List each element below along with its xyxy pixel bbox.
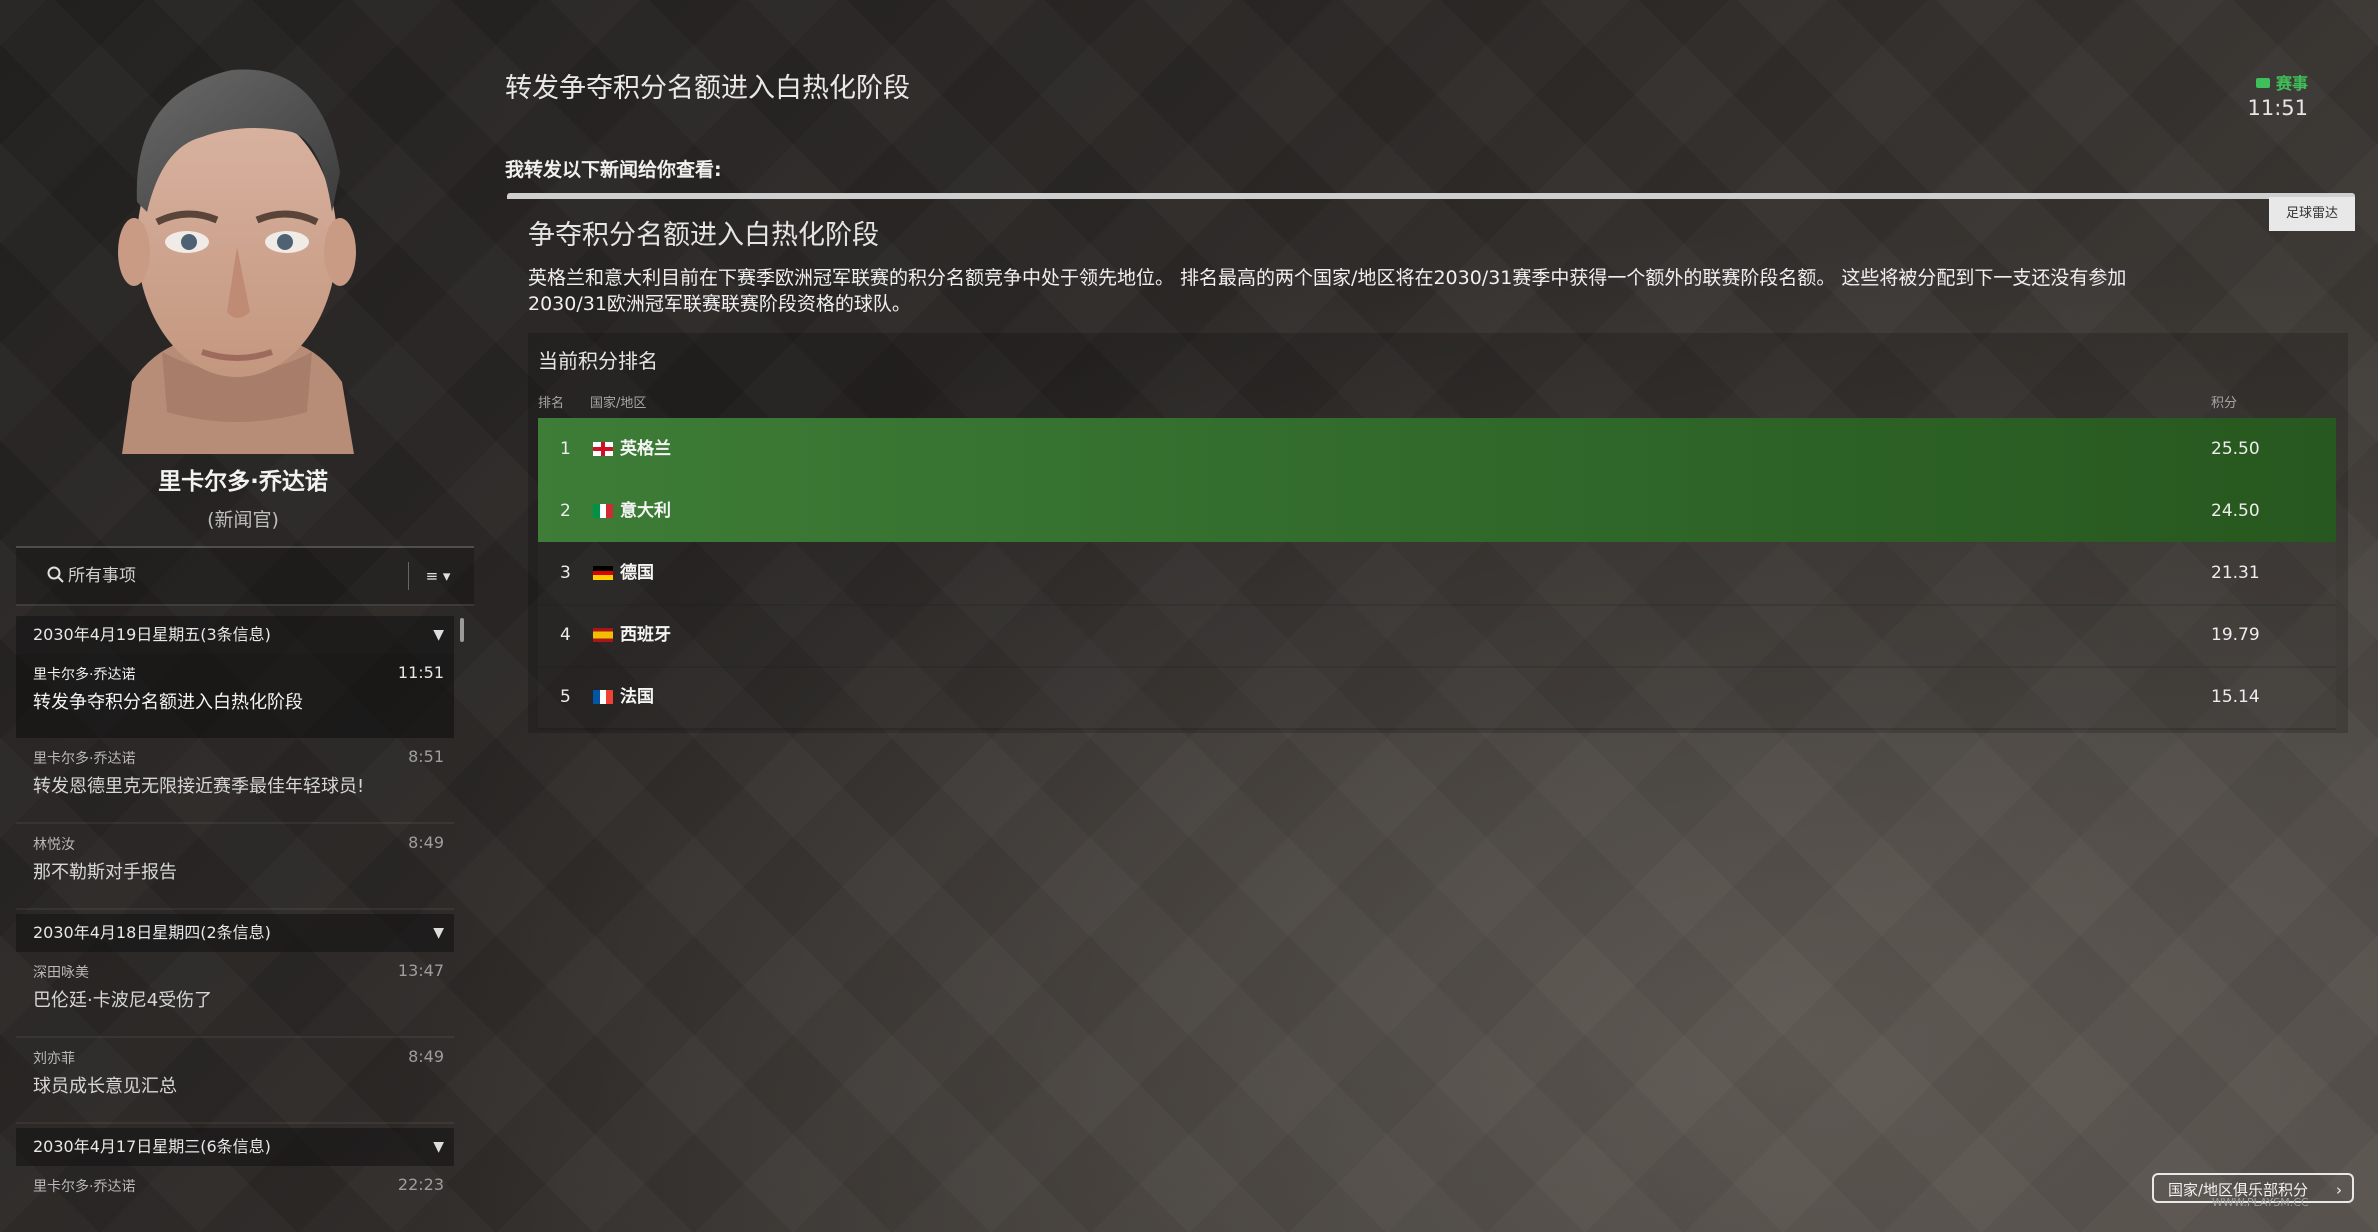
message-subject: 转发恩德里克无限接近赛季最佳年轻球员! — [33, 776, 365, 797]
row-country[interactable]: 德国 — [620, 542, 654, 604]
inbox-message[interactable]: 深田咏美 13:47 巴伦廷·卡波尼4受伤了 — [16, 952, 454, 1038]
row-rank: 2 — [560, 501, 571, 521]
ranking-row[interactable]: 2 意大利 24.50 — [538, 480, 2336, 542]
row-rank: 3 — [560, 563, 571, 583]
forward-note: 我转发以下新闻给你查看: — [505, 159, 722, 181]
row-country[interactable]: 法国 — [620, 666, 654, 728]
spain-flag-icon — [593, 628, 613, 642]
message-sender: 里卡尔多·乔达诺 — [33, 751, 136, 767]
day-group-header[interactable]: 2030年4月17日星期三(6条信息) ▼ — [16, 1128, 454, 1166]
sidebar: 里卡尔多·乔达诺 (新闻官) ≡ ▾ 2030年4月19日星期五(3条信息) ▼… — [0, 0, 486, 1232]
page-title: 转发争夺积分名额进入白热化阶段 — [505, 73, 910, 104]
message-subject: 那不勒斯对手报告 — [33, 862, 177, 883]
sender-name[interactable]: 里卡尔多·乔达诺 — [0, 462, 486, 496]
row-country[interactable]: 西班牙 — [620, 604, 671, 666]
day-group-header[interactable]: 2030年4月19日星期五(3条信息) ▼ — [16, 616, 454, 654]
england-flag-icon — [593, 442, 613, 456]
row-points: 21.31 — [2211, 563, 2260, 583]
chevron-down-icon: ▼ — [433, 925, 444, 941]
message-time: 8:49 — [408, 1047, 444, 1066]
message-sender: 里卡尔多·乔达诺 — [33, 1179, 136, 1195]
message-time: 11:51 — [397, 663, 444, 682]
row-points: 25.50 — [2211, 439, 2260, 459]
row-rank: 5 — [560, 687, 571, 707]
message-time: 8:51 — [408, 747, 444, 766]
column-header-rank[interactable]: 排名 — [538, 392, 564, 411]
inbox-message[interactable]: 里卡尔多·乔达诺 8:51 转发恩德里克无限接近赛季最佳年轻球员! — [16, 738, 454, 824]
ranking-row[interactable]: 1 英格兰 25.50 — [538, 418, 2336, 480]
filter-separator — [408, 562, 409, 590]
row-country[interactable]: 英格兰 — [620, 418, 671, 480]
competition-tag[interactable]: 赛事 — [2247, 70, 2308, 94]
ranking-panel: 当前积分排名 排名 国家/地区 积分 1 英格兰 25.50 2 意大利 24.… — [528, 333, 2348, 733]
card-top-border — [507, 193, 2355, 199]
row-points: 15.14 — [2211, 687, 2260, 707]
message-time: 8:49 — [408, 833, 444, 852]
france-flag-icon — [593, 690, 613, 704]
competition-tag-label: 赛事 — [2275, 74, 2308, 93]
day-group-header[interactable]: 2030年4月18日星期四(2条信息) ▼ — [16, 914, 454, 952]
message-subject: 球员成长意见汇总 — [33, 1076, 177, 1097]
chevron-down-icon: ▼ — [433, 1139, 444, 1155]
message-sender: 里卡尔多·乔达诺 — [33, 667, 136, 683]
day-group-label: 2030年4月17日星期三(6条信息) — [33, 1137, 271, 1156]
inbox-scrollbar[interactable] — [460, 618, 464, 642]
sender-role: (新闻官) — [207, 509, 279, 531]
row-points: 24.50 — [2211, 501, 2260, 521]
article-title: 争夺积分名额进入白热化阶段 — [528, 220, 879, 251]
article-body: 英格兰和意大利目前在下赛季欧洲冠军联赛的积分名额竞争中处于领先地位。 排名最高的… — [528, 267, 2127, 315]
watermark: WWW.PLAYSM.CC — [2212, 1196, 2309, 1209]
message-subject: 巴伦廷·卡波尼4受伤了 — [33, 990, 213, 1011]
day-group-label: 2030年4月19日星期五(3条信息) — [33, 625, 271, 644]
row-rank: 4 — [560, 625, 571, 645]
day-group-label: 2030年4月18日星期四(2条信息) — [33, 923, 271, 942]
column-header-country[interactable]: 国家/地区 — [590, 392, 646, 411]
row-country[interactable]: 意大利 — [620, 480, 671, 542]
row-points: 19.79 — [2211, 625, 2260, 645]
message-sender: 林悦汝 — [33, 837, 75, 853]
inbox-message[interactable]: 林悦汝 8:49 那不勒斯对手报告 — [16, 824, 454, 910]
chevron-right-icon: › — [2336, 1181, 2342, 1199]
ranking-row[interactable]: 5 法国 15.14 — [538, 666, 2336, 730]
ranking-title: 当前积分排名 — [538, 349, 658, 373]
inbox-message[interactable]: 里卡尔多·乔达诺 11:51 转发争夺积分名额进入白热化阶段 — [16, 654, 454, 738]
message-sender: 刘亦菲 — [33, 1051, 75, 1067]
filter-menu-button[interactable]: ≡ ▾ — [416, 562, 460, 590]
ticket-icon — [2255, 78, 2270, 88]
column-header-points[interactable]: 积分 — [2211, 392, 2237, 411]
row-rank: 1 — [560, 439, 571, 459]
inbox-search-bar: ≡ ▾ — [16, 548, 474, 606]
message-timestamp: 11:51 — [2247, 96, 2308, 120]
inbox-message[interactable]: 刘亦菲 8:49 球员成长意见汇总 — [16, 1038, 454, 1124]
message-time: 13:47 — [397, 961, 444, 980]
search-input[interactable] — [68, 562, 388, 590]
search-icon — [47, 566, 64, 583]
inbox-list: 2030年4月19日星期五(3条信息) ▼ 里卡尔多·乔达诺 11:51 转发争… — [16, 612, 454, 1232]
sender-portrait — [118, 69, 356, 454]
message-subject: 转发争夺积分名额进入白热化阶段 — [33, 692, 303, 713]
ranking-row[interactable]: 3 德国 21.31 — [538, 542, 2336, 606]
germany-flag-icon — [593, 566, 613, 580]
italy-flag-icon — [593, 504, 613, 518]
status-area: 赛事 11:51 — [2247, 70, 2308, 120]
ranking-row[interactable]: 4 西班牙 19.79 — [538, 604, 2336, 668]
news-card: 足球雷达 争夺积分名额进入白热化阶段 英格兰和意大利目前在下赛季欧洲冠军联赛的积… — [507, 193, 2355, 738]
message-time: 22:23 — [397, 1175, 444, 1194]
inbox-message[interactable]: 里卡尔多·乔达诺 22:23 — [16, 1166, 454, 1232]
message-sender: 深田咏美 — [33, 965, 89, 981]
source-tag[interactable]: 足球雷达 — [2269, 197, 2355, 231]
chevron-down-icon: ▼ — [433, 627, 444, 643]
